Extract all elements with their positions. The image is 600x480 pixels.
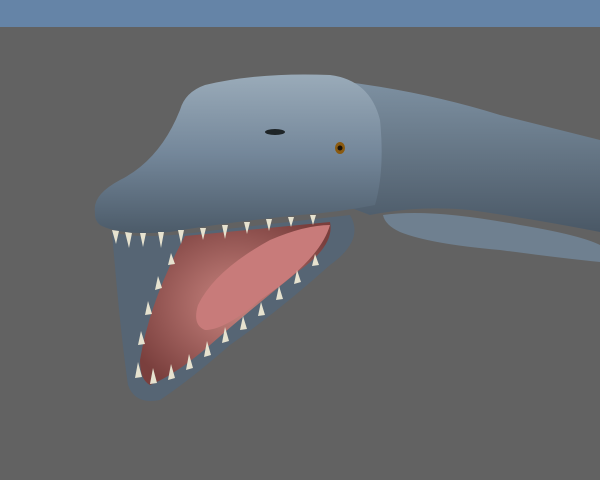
plesiosaur-render (0, 0, 600, 480)
sky-band (0, 0, 600, 27)
nostril (265, 129, 285, 135)
eye-pupil (337, 145, 343, 151)
